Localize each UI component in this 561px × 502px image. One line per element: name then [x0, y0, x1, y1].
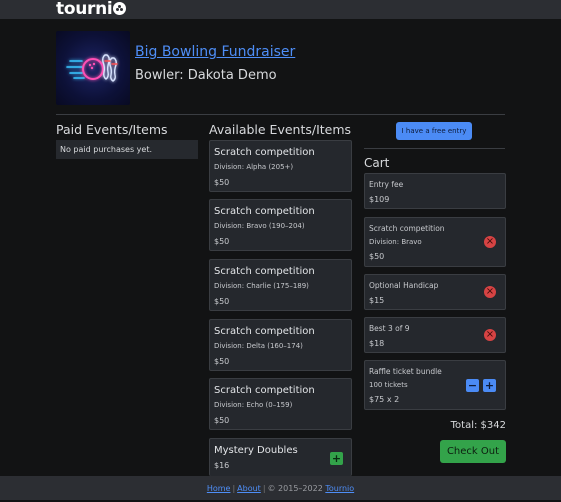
cart-total: Total: $342: [450, 420, 506, 431]
footer-separator: |: [232, 484, 236, 493]
item-title: Best 3 of 9: [369, 324, 410, 333]
item-title: Scratch competition: [369, 224, 445, 233]
footer: Home | About | © 2015–2022 Tournio: [0, 476, 561, 500]
item-price: $15: [369, 296, 385, 305]
paid-events-heading: Paid Events/Items: [56, 122, 168, 137]
bowler-name: Bowler: Dakota Demo: [135, 68, 277, 83]
item-price: $50: [214, 178, 230, 187]
item-price: $109: [369, 195, 390, 204]
no-paid-message: No paid purchases yet.: [56, 140, 198, 159]
item-detail: 100 tickets: [369, 381, 408, 389]
item-title: Scratch competition: [214, 206, 315, 217]
footer-brand-link[interactable]: Tournio: [325, 484, 354, 493]
item-division: Division: Echo (0–159): [214, 401, 293, 409]
add-item-button[interactable]: +: [330, 452, 343, 465]
cart-item-raffle-bundle: Raffle ticket bundle 100 tickets $75 x 2…: [364, 360, 506, 410]
available-item-alpha[interactable]: Scratch competition Division: Alpha (205…: [209, 140, 352, 192]
top-nav-bar: tourni: [0, 0, 561, 19]
item-price: $50: [214, 297, 230, 306]
item-division: Division: Charlie (175–189): [214, 282, 309, 290]
available-events-heading: Available Events/Items: [209, 122, 352, 137]
cart-item-best-3-of-9: Best 3 of 9 $18 ×: [364, 317, 506, 353]
item-title: Scratch competition: [214, 385, 315, 396]
footer-home-link[interactable]: Home: [207, 484, 231, 493]
event-title-link[interactable]: Big Bowling Fundraiser: [135, 44, 295, 60]
available-item-charlie[interactable]: Scratch competition Division: Charlie (1…: [209, 259, 352, 311]
brand-name: tourni: [56, 0, 113, 19]
available-item-echo[interactable]: Scratch competition Division: Echo (0–15…: [209, 378, 352, 430]
increase-quantity-button[interactable]: +: [483, 379, 496, 392]
item-division: Division: Bravo (190–204): [214, 222, 305, 230]
item-price: $50: [214, 416, 230, 425]
event-logo-image: [56, 31, 130, 105]
free-entry-button[interactable]: I have a free entry: [396, 122, 472, 140]
item-price: $16: [214, 461, 230, 470]
item-price: $75 x 2: [369, 395, 400, 404]
divider: [364, 148, 505, 149]
cart-item-scratch-bravo: Scratch competition Division: Bravo $50 …: [364, 217, 506, 267]
available-item-delta[interactable]: Scratch competition Division: Delta (160…: [209, 319, 352, 371]
item-title: Scratch competition: [214, 326, 315, 337]
bowling-ball-icon: [113, 2, 127, 15]
item-price: $18: [369, 339, 385, 348]
decrease-quantity-button[interactable]: −: [466, 379, 479, 392]
item-title: Optional Handicap: [369, 281, 439, 290]
item-title: Scratch competition: [214, 266, 315, 277]
item-title: Scratch competition: [214, 147, 315, 158]
footer-separator: |: [262, 484, 266, 493]
neon-bowling-icon: [66, 54, 118, 82]
item-division: Division: Delta (160–174): [214, 342, 303, 350]
remove-item-button[interactable]: ×: [484, 329, 496, 341]
cart-item-entry-fee: Entry fee $109: [364, 173, 506, 209]
brand-logo[interactable]: tourni: [56, 0, 127, 19]
remove-item-button[interactable]: ×: [484, 236, 496, 248]
cart-heading: Cart: [364, 156, 390, 170]
item-price: $50: [214, 357, 230, 366]
divider: [56, 114, 505, 115]
available-item-mystery-doubles[interactable]: Mystery Doubles $16 +: [209, 438, 352, 476]
item-price: $50: [214, 237, 230, 246]
footer-copyright: © 2015–2022: [267, 484, 323, 493]
footer-about-link[interactable]: About: [237, 484, 261, 493]
available-item-bravo[interactable]: Scratch competition Division: Bravo (190…: [209, 199, 352, 251]
remove-item-button[interactable]: ×: [484, 286, 496, 298]
item-division: Division: Bravo: [369, 238, 422, 246]
checkout-button[interactable]: Check Out: [440, 440, 506, 463]
item-division: Division: Alpha (205+): [214, 163, 294, 171]
item-title: Mystery Doubles: [214, 445, 298, 456]
cart-item-optional-handicap: Optional Handicap $15 ×: [364, 274, 506, 310]
item-title: Entry fee: [369, 180, 404, 189]
item-title: Raffle ticket bundle: [369, 367, 442, 376]
item-price: $50: [369, 252, 385, 261]
